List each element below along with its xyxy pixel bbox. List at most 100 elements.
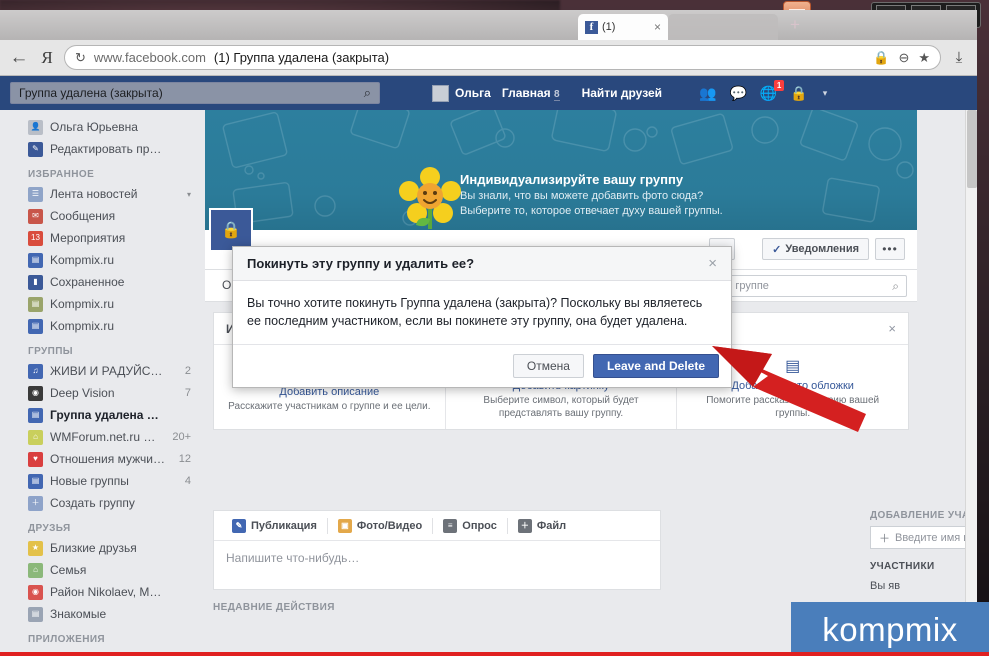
sidebar-item-plus-icon[interactable]: ＋Создать группу	[28, 492, 205, 514]
yandex-logo-icon[interactable]: Я	[38, 48, 56, 68]
house-group-icon: ⌂	[28, 430, 43, 445]
more-options-button[interactable]: •••	[875, 238, 905, 260]
sidebar-item-heart-group-icon[interactable]: ♥Отношения мужчи…12	[28, 448, 205, 470]
sidebar-item-count: 2	[185, 365, 191, 377]
friend-requests-icon[interactable]: 👥	[699, 85, 716, 102]
nav-find-friends-link[interactable]: Найти друзей	[571, 86, 673, 100]
tab-discussion[interactable]: О	[213, 270, 240, 301]
post-composer: ✎Публикация▣Фото/Видео≡Опрос＋Файл Напиши…	[213, 510, 661, 590]
composer-textarea[interactable]: Напишите что-нибудь…	[214, 541, 660, 589]
close-icon[interactable]: ×	[654, 20, 661, 34]
sidebar-item-pencil-icon[interactable]: ✎ Редактировать пр…	[28, 138, 205, 160]
sidebar-item-camera-group-icon[interactable]: ◉Deep Vision7	[28, 382, 205, 404]
search-input[interactable]: Группа удалена (закрыта) ⌕	[10, 82, 380, 104]
browser-tab-inactive[interactable]	[668, 14, 778, 40]
url-domain: www.facebook.com	[94, 50, 206, 65]
composer-tab[interactable]: ▣Фото/Видео	[328, 519, 432, 533]
sidebar-friends-section: ★Близкие друзья⌂Семья◉Район Nikolaev, M……	[28, 537, 205, 625]
group-icon: ▤	[28, 408, 43, 423]
sidebar-item-group-icon[interactable]: ▤Новые группы4	[28, 470, 205, 492]
page-scrollbar[interactable]: ▲	[965, 110, 977, 656]
avatar	[432, 85, 449, 102]
address-bar[interactable]: ↻ www.facebook.com (1) Группа удалена (з…	[64, 45, 941, 70]
nav-profile-link[interactable]: Ольга	[432, 85, 491, 102]
page-icon: ▤	[28, 297, 43, 312]
group-cover-banner[interactable]: Индивидуализируйте вашу группу Вы знали,…	[205, 110, 917, 230]
sidebar-item-bookmark-icon[interactable]: ▮Сохраненное	[28, 271, 205, 293]
sidebar-item-label: Создать группу	[50, 496, 135, 510]
symbol-icon: ◑	[556, 355, 566, 377]
group-search-input[interactable]: к в этой группе ⌕	[685, 275, 907, 297]
nav-home-link[interactable]: Главная 8	[491, 86, 571, 100]
sidebar-item-page-icon[interactable]: ▤Kompmix.ru	[28, 315, 205, 337]
nav-icon-group: 👥 💬 🌐 1 🔒 ▾	[699, 85, 827, 102]
bookmark-star-icon[interactable]: ★	[918, 50, 930, 66]
sidebar-item-label: Редактировать пр…	[50, 142, 161, 156]
page-icon: ▤	[28, 253, 43, 268]
sidebar-item-star-icon[interactable]: ★Близкие друзья	[28, 537, 205, 559]
composer-tab[interactable]: ✎Публикация	[222, 519, 327, 533]
cover-promo-line2: Выберите то, которое отвечает духу вашей…	[460, 204, 790, 219]
new-tab-button[interactable]: +	[790, 16, 800, 33]
check-icon: ✓	[772, 243, 781, 256]
group-tabbar: О к в этой группе ⌕	[205, 270, 917, 302]
info-card-desc: Расскажите участникам о группе и ее цели…	[228, 400, 430, 413]
messages-icon[interactable]: 💬	[729, 85, 746, 102]
lock-icon[interactable]: 🔒	[873, 50, 889, 66]
sidebar-item-home-icon[interactable]: ⌂Семья	[28, 559, 205, 581]
close-icon[interactable]: ×	[888, 321, 896, 336]
chevron-down-icon[interactable]: ▾	[823, 88, 828, 99]
nav-home-count: 8	[554, 89, 560, 101]
search-icon[interactable]: ⌕	[892, 279, 899, 294]
notification-badge: 1	[774, 80, 784, 91]
sidebar-item-news-feed-icon[interactable]: ☰Лента новостей▾	[28, 183, 205, 205]
sidebar-item-acquaintances-icon[interactable]: ▤Знакомые	[28, 603, 205, 625]
sidebar-item-label: Kompmix.ru	[50, 297, 114, 311]
reload-icon[interactable]: ↻	[75, 50, 86, 66]
add-member-input[interactable]: ＋ Введите имя или эл. адрес…	[870, 526, 977, 549]
group-icon: ▤	[28, 474, 43, 489]
back-icon[interactable]: ←	[8, 47, 30, 69]
nav-home-label: Главная	[502, 86, 551, 100]
composer-tabs: ✎Публикация▣Фото/Видео≡Опрос＋Файл	[214, 511, 660, 541]
group-joined-dropdown[interactable]: ▾	[709, 238, 735, 260]
composer-tab[interactable]: ≡Опрос	[433, 519, 507, 533]
composer-tab-label: Файл	[537, 520, 566, 532]
composer-tab[interactable]: ＋Файл	[508, 519, 576, 533]
notifications-button[interactable]: ✓ Уведомления	[762, 238, 869, 260]
info-card-desc: Выберите символ, который будет представл…	[460, 394, 663, 420]
sidebar-item-calendar-icon[interactable]: 13Мероприятия	[28, 227, 205, 249]
download-icon[interactable]: ⤓	[949, 49, 969, 66]
pencil-icon: ✎	[28, 142, 43, 157]
sidebar-item-location-pin-icon[interactable]: ◉Район Nikolaev, M…	[28, 581, 205, 603]
sidebar-item-count: 4	[185, 475, 191, 487]
sidebar-item-music-group-icon[interactable]: ♫ЖИВИ И РАДУЙС…2	[28, 360, 205, 382]
sidebar-item-label: Kompmix.ru	[50, 319, 114, 333]
browser-window: f (1) × + ← Я ↻ www.facebook.com (1) Гру…	[0, 10, 977, 656]
sidebar-item-group-icon[interactable]: ▤Группа удалена …	[28, 404, 205, 426]
zoom-icon[interactable]: ⊖	[898, 50, 909, 66]
scrollbar-thumb[interactable]	[967, 110, 977, 188]
browser-tab-facebook[interactable]: f (1) ×	[578, 14, 668, 40]
chevron-down-icon[interactable]: ▾	[187, 190, 191, 199]
home-icon: ⌂	[28, 563, 43, 578]
sidebar-favorites-section: ☰Лента новостей▾✉Сообщения13Мероприятия▤…	[28, 183, 205, 337]
info-card-link[interactable]: Добавить описание	[279, 386, 379, 398]
sidebar-item-messages-icon[interactable]: ✉Сообщения	[28, 205, 205, 227]
calendar-icon: 13	[28, 231, 43, 246]
group-avatar[interactable]: 🔒	[209, 208, 253, 252]
sidebar-item-label: Лента новостей	[50, 187, 138, 201]
sidebar-item-avatar-icon[interactable]: 👤Ольга Юрьевна	[28, 116, 205, 138]
notifications-globe-icon[interactable]: 🌐 1	[760, 85, 777, 102]
info-action-card[interactable]: ◑ Добавить картинку Выберите символ, котор…	[446, 345, 678, 429]
watermark-text: kompmix	[822, 613, 958, 646]
members-header: УЧАСТНИКИ	[870, 561, 977, 572]
sidebar-item-page-icon[interactable]: ▤Kompmix.ru	[28, 249, 205, 271]
sidebar-item-page-icon[interactable]: ▤ Kompmix.ru	[28, 293, 205, 315]
sidebar-item-house-group-icon[interactable]: ⌂WMForum.net.ru …20+	[28, 426, 205, 448]
search-icon[interactable]: ⌕	[364, 85, 371, 101]
info-card-link[interactable]: Добавить картинку	[513, 380, 609, 392]
composer-placeholder: Напишите что-нибудь…	[226, 551, 359, 565]
privacy-lock-icon[interactable]: 🔒	[790, 85, 807, 102]
group-header-bar: 🔒 ▾ ✓ Уведомления •••	[205, 230, 917, 270]
